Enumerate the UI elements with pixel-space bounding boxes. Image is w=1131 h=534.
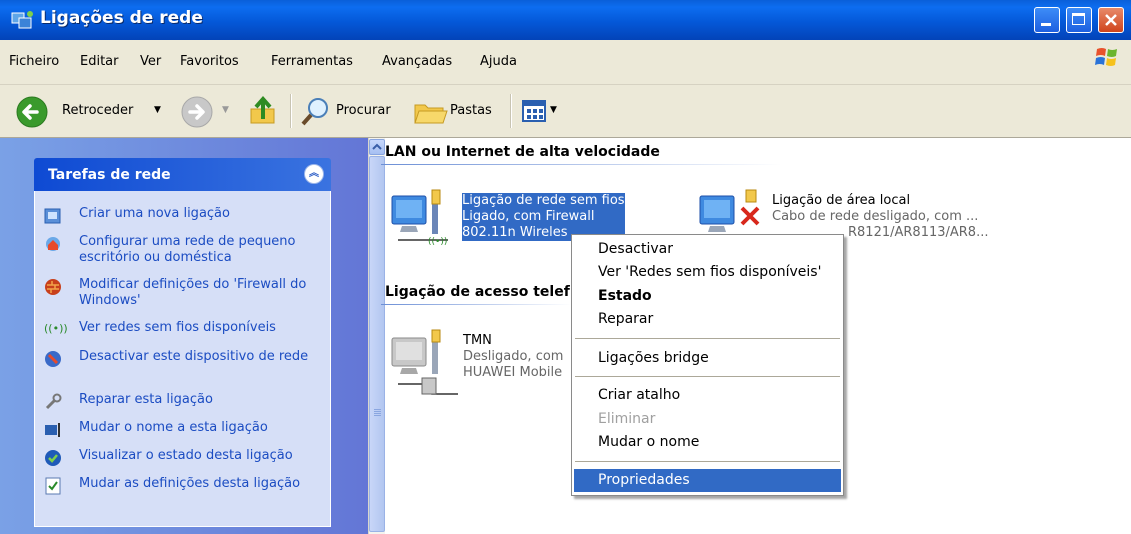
windows-logo-icon	[1095, 48, 1117, 66]
home-network-icon	[46, 237, 60, 251]
group-divider	[381, 164, 781, 165]
views-dropdown-icon[interactable]: ▼	[550, 105, 557, 115]
task-panel-header[interactable]: Tarefas de rede ︽	[34, 158, 331, 191]
wireless-connection-name: Ligação de rede sem fios	[462, 193, 625, 209]
chevron-up-icon	[372, 143, 382, 150]
task-label: Reparar esta ligação	[79, 392, 213, 407]
task-label: Mudar as definições desta ligação	[79, 476, 301, 491]
ctx-menu-estado[interactable]: Estado	[574, 285, 841, 308]
ctx-menu-mudar-nome[interactable]: Mudar o nome	[574, 431, 841, 454]
group-header-lan: LAN ou Internet de alta velocidade	[385, 144, 660, 160]
ctx-menu-separator	[575, 461, 840, 462]
vertical-scrollbar[interactable]	[368, 138, 385, 534]
new-connection-icon	[44, 208, 61, 224]
wireless-connection-status: Ligado, com Firewall	[462, 209, 625, 225]
local-connection-status: Cabo de rede desligado, com ...	[772, 209, 979, 224]
task-label: Modificar definições do 'Firewall do Win…	[79, 277, 307, 308]
ctx-menu-bridge[interactable]: Ligações bridge	[574, 347, 841, 370]
task-panel-title: Tarefas de rede	[48, 167, 171, 183]
scroll-up-button[interactable]	[369, 139, 385, 155]
rename-icon	[45, 423, 60, 437]
ctx-menu-criar-atalho[interactable]: Criar atalho	[574, 384, 841, 407]
repair-icon	[45, 393, 62, 410]
menu-editar[interactable]: Editar	[80, 54, 119, 69]
close-icon	[1105, 14, 1117, 26]
menu-favoritos[interactable]: Favoritos	[180, 54, 239, 69]
tmn-connection-status: Desligado, com	[463, 349, 564, 364]
task-label: Configurar uma rede de pequeno escritóri…	[79, 234, 296, 265]
forward-dropdown-icon[interactable]: ▼	[222, 105, 229, 115]
search-icon[interactable]	[300, 97, 332, 127]
folders-button-label[interactable]: Pastas	[450, 103, 492, 118]
maximize-button[interactable]	[1066, 7, 1092, 33]
menu-ver[interactable]: Ver	[140, 54, 161, 69]
title-bar[interactable]: Ligações de rede	[0, 0, 1131, 40]
status-icon	[45, 450, 61, 466]
ctx-menu-eliminar: Eliminar	[598, 411, 656, 427]
views-icon[interactable]	[520, 97, 550, 125]
task-label: Mudar o nome a esta ligação	[79, 420, 268, 435]
ctx-menu-separator	[575, 376, 840, 377]
folders-icon[interactable]	[413, 97, 449, 127]
task-label: Criar uma nova ligação	[79, 206, 230, 221]
wireless-connection-icon[interactable]: ((•))	[388, 184, 460, 250]
network-connections-icon	[11, 11, 33, 29]
ctx-menu-separator	[575, 338, 840, 339]
back-dropdown-icon[interactable]: ▼	[154, 105, 161, 115]
wireless-icon: ((•))	[44, 322, 68, 335]
group-header-dialup: Ligação de acesso telef	[385, 284, 570, 300]
tmn-connection-name: TMN	[463, 333, 492, 348]
settings-icon	[45, 477, 61, 495]
ctx-menu-desactivar[interactable]: Desactivar	[574, 238, 841, 261]
menu-ajuda[interactable]: Ajuda	[480, 54, 517, 69]
window-title: Ligações de rede	[40, 8, 203, 28]
ctx-menu-view-wireless[interactable]: Ver 'Redes sem fios disponíveis'	[574, 261, 841, 284]
back-icon[interactable]	[15, 95, 49, 129]
minimize-button[interactable]	[1034, 7, 1060, 33]
toolbar-separator	[510, 94, 512, 128]
context-menu: Desactivar Ver 'Redes sem fios disponíve…	[571, 234, 844, 496]
up-folder-icon[interactable]	[246, 95, 280, 129]
toolbar-separator	[290, 94, 292, 128]
task-label: Ver redes sem fios disponíveis	[79, 320, 276, 335]
ctx-menu-reparar[interactable]: Reparar	[574, 308, 841, 331]
dialup-connection-icon[interactable]	[388, 322, 464, 400]
menu-ficheiro[interactable]: Ficheiro	[9, 54, 59, 69]
menu-ferramentas[interactable]: Ferramentas	[271, 54, 353, 69]
tmn-connection-device: HUAWEI Mobile	[463, 365, 563, 380]
search-button-label[interactable]: Procurar	[336, 103, 391, 118]
disable-device-icon	[45, 351, 61, 367]
task-label: Desactivar este dispositivo de rede	[79, 349, 309, 364]
svg-text:((•)): ((•))	[428, 237, 447, 247]
scroll-thumb[interactable]	[369, 156, 385, 532]
toolbar: Retroceder ▼ ▼ Procurar Pastas ▼	[0, 85, 1131, 138]
ctx-menu-propriedades[interactable]: Propriedades	[574, 469, 841, 492]
dialup-connection-text[interactable]: TMN Desligado, com HUAWEI Mobile	[463, 333, 563, 381]
back-button-label[interactable]: Retroceder	[62, 103, 133, 118]
task-label: Visualizar o estado desta ligação	[79, 448, 293, 463]
menu-avancadas[interactable]: Avançadas	[382, 54, 452, 69]
forward-icon[interactable]	[180, 95, 214, 129]
firewall-icon	[45, 279, 61, 295]
group-divider	[381, 304, 571, 305]
close-button[interactable]	[1098, 7, 1124, 33]
local-connection-name: Ligação de área local	[772, 193, 911, 208]
collapse-chevron-icon[interactable]: ︽	[304, 164, 324, 184]
menu-bar: Ficheiro Editar Ver Favoritos Ferramenta…	[0, 40, 1131, 85]
